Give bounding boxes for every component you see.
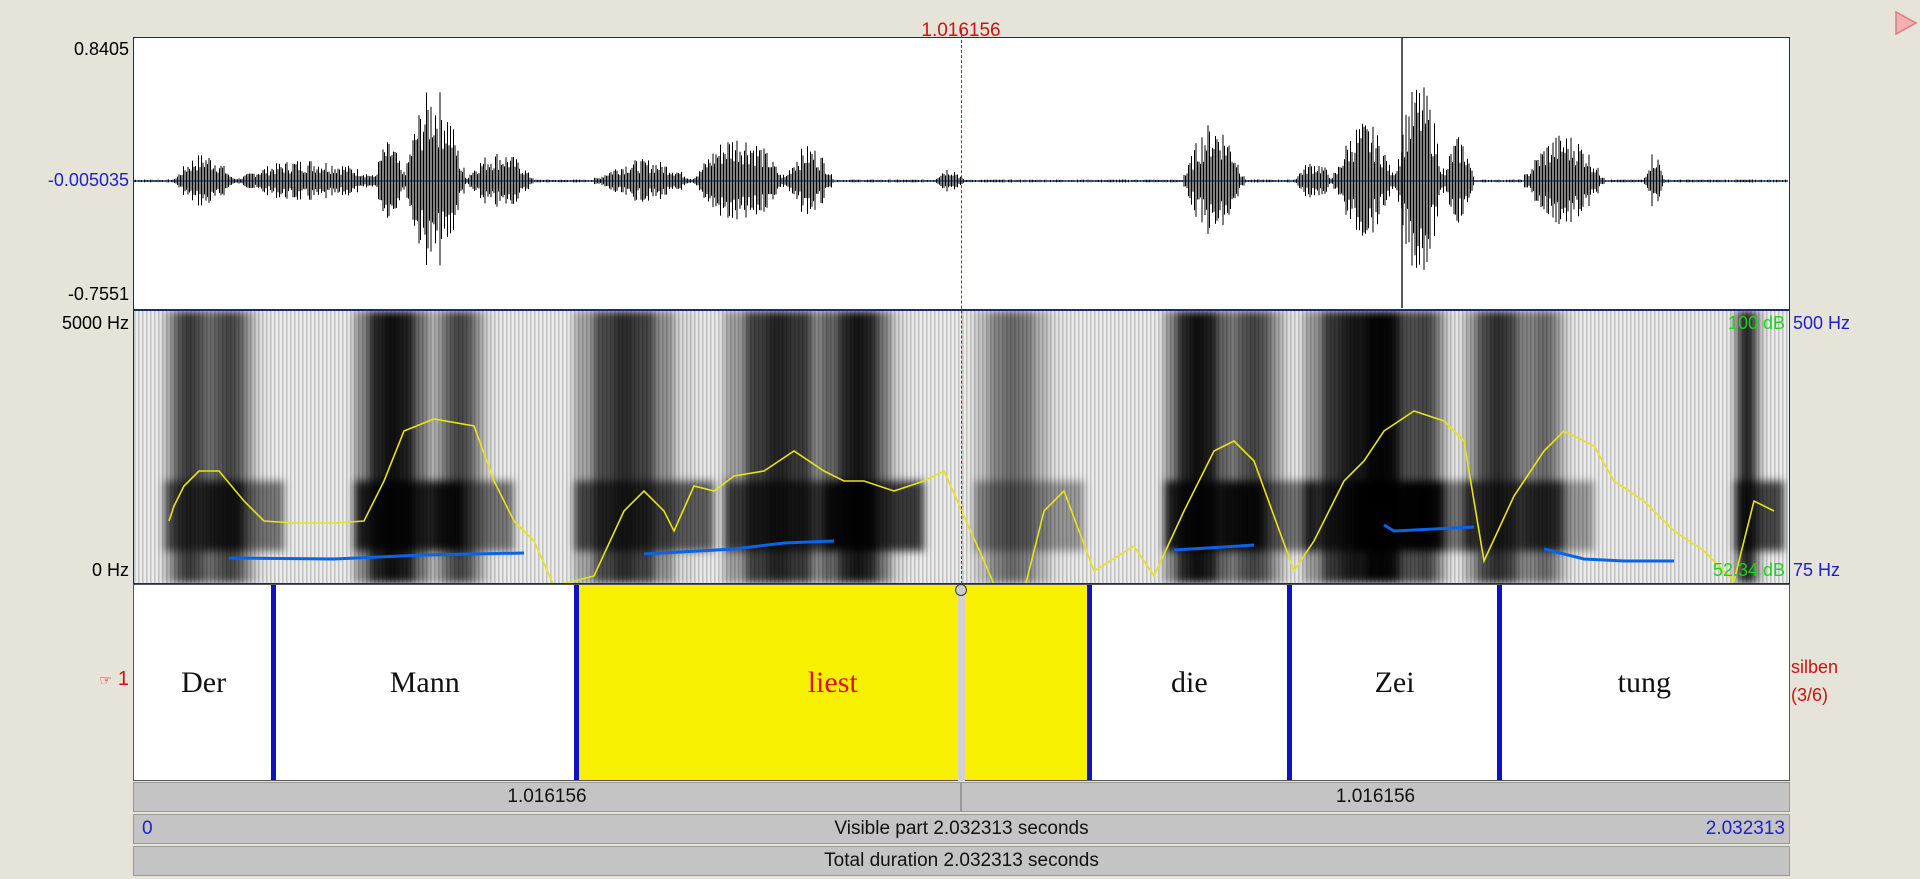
pitch-bottom-label: 75 Hz xyxy=(1793,560,1841,580)
boundary-handle[interactable] xyxy=(955,584,967,596)
tier-interval-1[interactable]: Der xyxy=(134,585,273,780)
interval-label: tung xyxy=(1617,665,1671,699)
tier-name: silben xyxy=(1791,657,1839,677)
visible-start-label: 0 xyxy=(142,818,153,839)
segment-left-label: 1.016156 xyxy=(507,786,587,807)
tier-interval-3[interactable]: liest xyxy=(576,585,1090,780)
visible-end-label: 2.032313 xyxy=(1705,818,1785,839)
cursor-tier-marker xyxy=(958,585,965,781)
interval-label: Mann xyxy=(389,665,460,699)
tier-number[interactable]: ☞ 1 xyxy=(99,668,129,691)
visible-part-label: Visible part 2.032313 seconds xyxy=(834,818,1089,839)
pointing-hand-icon: ☞ xyxy=(99,672,112,688)
waveform-max-label: 0.8405 xyxy=(73,39,129,59)
segment-bar-right[interactable]: 1.016156 xyxy=(961,782,1790,812)
tier-interval-2[interactable]: Mann xyxy=(273,585,576,780)
interval-label: Der xyxy=(181,665,227,699)
pitch-top-label: 500 Hz xyxy=(1793,313,1851,333)
intensity-bottom-label: 52.34 dB xyxy=(1712,560,1785,580)
interval-boundary[interactable] xyxy=(270,585,276,780)
tier-interval-4[interactable]: die xyxy=(1089,585,1289,780)
total-duration-label: Total duration 2.032313 seconds xyxy=(824,850,1099,871)
interval-boundary[interactable] xyxy=(1287,585,1293,780)
interval-label: die xyxy=(1171,665,1208,699)
freq-bottom-label: 0 Hz xyxy=(91,560,129,580)
tier-count: (3/6) xyxy=(1791,685,1829,705)
total-duration-bar[interactable]: Total duration 2.032313 seconds xyxy=(133,846,1790,876)
interval-label: Zei xyxy=(1374,665,1415,699)
interval-label: liest xyxy=(807,665,858,699)
tier-interval-6[interactable]: tung xyxy=(1500,585,1789,780)
play-triangle-icon[interactable] xyxy=(1894,10,1918,36)
waveform-zero-label: -0.005035 xyxy=(47,170,129,190)
tier-interval-5[interactable]: Zei xyxy=(1290,585,1500,780)
segment-bar-left[interactable]: 1.016156 xyxy=(133,782,961,812)
segment-right-label: 1.016156 xyxy=(1335,786,1416,807)
intensity-top-label: 100 dB xyxy=(1727,313,1785,333)
interval-boundary[interactable] xyxy=(1086,585,1092,780)
cursor-line xyxy=(961,30,962,584)
interval-boundary[interactable] xyxy=(1497,585,1503,780)
visible-part-bar[interactable]: 0 Visible part 2.032313 seconds 2.032313 xyxy=(133,814,1790,844)
waveform-min-label: -0.7551 xyxy=(67,284,129,304)
freq-top-label: 5000 Hz xyxy=(61,313,129,333)
interval-boundary[interactable] xyxy=(573,585,579,780)
